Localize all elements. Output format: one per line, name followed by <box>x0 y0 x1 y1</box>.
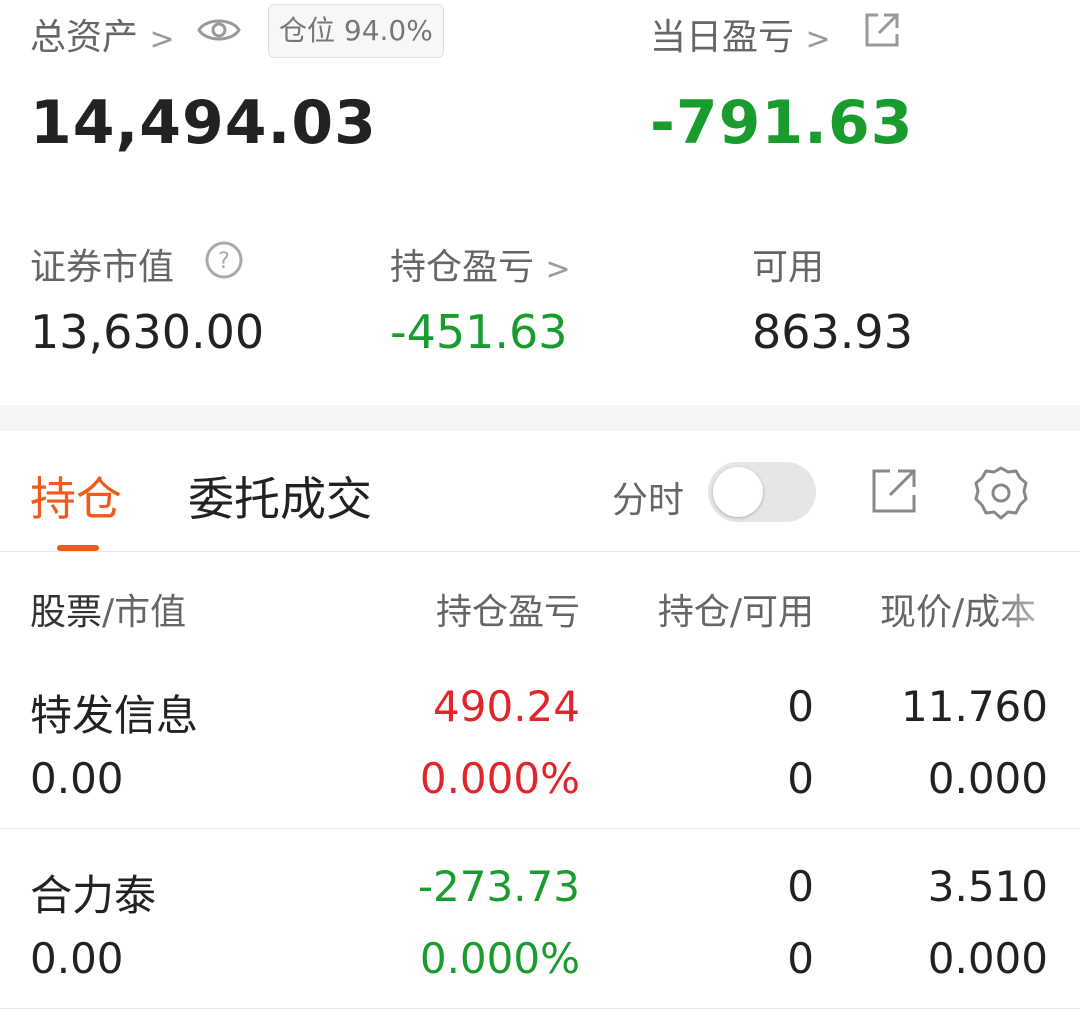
col-header-hold-avail[interactable]: 持仓/可用 <box>600 583 814 635</box>
holding-pnl: 490.24 <box>433 682 580 731</box>
header-fade <box>990 580 1080 628</box>
holding-pnl-percent: 0.000% <box>419 934 580 983</box>
cost-price: 0.000 <box>927 754 1048 803</box>
help-circle-icon[interactable]: ? <box>204 240 244 280</box>
current-price: 3.510 <box>927 862 1048 911</box>
securities-value-label: 证券市值 <box>30 247 175 288</box>
holding-qty: 0 <box>787 862 814 911</box>
holding-pnl-percent: 0.000% <box>419 754 580 803</box>
section-divider <box>0 405 1080 431</box>
holding-pnl-value: -451.63 <box>390 305 568 359</box>
toggle-knob <box>713 467 763 517</box>
timeshare-toggle[interactable] <box>708 462 816 522</box>
gear-icon[interactable] <box>972 464 1030 522</box>
daily-pnl-value: -791.63 <box>650 88 914 158</box>
tabs-bottom-divider <box>0 551 1080 552</box>
table-row[interactable]: 合力泰 0.00 -273.73 0.000% 0 0 3.510 0.000 <box>0 830 1080 1008</box>
total-assets-value: 14,494.03 <box>30 88 377 158</box>
svg-text:?: ? <box>218 249 230 274</box>
row-divider <box>0 828 1080 829</box>
col-header-pnl[interactable]: 持仓盈亏 <box>380 583 580 635</box>
cost-price: 0.000 <box>927 934 1048 983</box>
market-value: 0.00 <box>30 754 124 803</box>
market-value: 0.00 <box>30 934 124 983</box>
export-icon[interactable] <box>870 467 918 515</box>
row-divider <box>0 1008 1080 1009</box>
external-link-icon[interactable] <box>862 10 902 50</box>
stock-name: 特发信息 <box>30 691 199 740</box>
table-row[interactable]: 特发信息 0.00 490.24 0.000% 0 0 11.760 0.000 <box>0 650 1080 828</box>
holding-pnl: -273.73 <box>417 862 580 911</box>
eye-icon[interactable] <box>196 10 242 50</box>
tab-positions[interactable]: 持仓 <box>30 463 122 529</box>
chevron-right-icon: > <box>805 22 831 57</box>
chevron-right-icon: > <box>545 252 571 287</box>
col-header-stock[interactable]: 股票/市值 <box>30 583 186 635</box>
daily-pnl-label[interactable]: 当日盈亏 > <box>650 8 831 60</box>
securities-value: 13,630.00 <box>30 305 265 359</box>
holding-qty: 0 <box>787 682 814 731</box>
available-qty: 0 <box>787 934 814 983</box>
current-price: 11.760 <box>901 682 1048 731</box>
chevron-right-icon: > <box>149 22 175 57</box>
stock-name: 合力泰 <box>30 871 157 920</box>
available-label: 可用 <box>752 247 825 288</box>
timeshare-label: 分时 <box>612 480 685 521</box>
available-value: 863.93 <box>752 305 913 359</box>
available-qty: 0 <box>787 754 814 803</box>
tab-orders-trades[interactable]: 委托成交 <box>188 463 372 529</box>
holding-pnl-label[interactable]: 持仓盈亏 > <box>390 238 571 290</box>
position-badge: 仓位 94.0% <box>268 4 444 58</box>
total-assets-label[interactable]: 总资产 > <box>30 8 175 60</box>
